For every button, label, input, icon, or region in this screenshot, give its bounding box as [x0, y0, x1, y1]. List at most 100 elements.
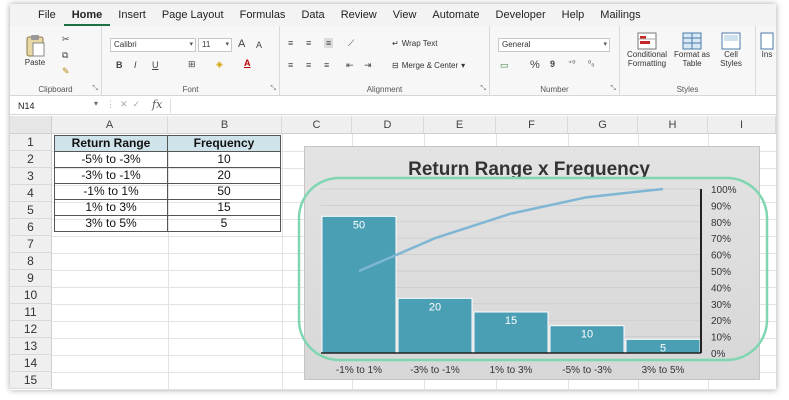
- select-all-corner[interactable]: [10, 116, 52, 134]
- font-launcher-icon[interactable]: ⤡: [270, 85, 276, 93]
- alignment-launcher-icon[interactable]: ⤡: [480, 85, 486, 93]
- paste-button[interactable]: Paste: [20, 34, 50, 67]
- align-middle-icon[interactable]: ≡: [306, 38, 311, 48]
- row-header[interactable]: 14: [10, 355, 52, 372]
- table-cell[interactable]: 50: [167, 183, 281, 200]
- grow-font-button[interactable]: A: [238, 38, 245, 50]
- row-header[interactable]: 7: [10, 236, 52, 253]
- column-header-g[interactable]: G: [568, 116, 638, 134]
- row-header[interactable]: 4: [10, 185, 52, 202]
- tab-file[interactable]: File: [30, 4, 64, 26]
- tab-view[interactable]: View: [385, 4, 425, 26]
- column-header-e[interactable]: E: [424, 116, 496, 134]
- column-header-b[interactable]: B: [168, 116, 282, 134]
- insert-function-icon[interactable]: fx: [152, 98, 162, 111]
- row-header[interactable]: 12: [10, 321, 52, 338]
- cell-styles-button[interactable]: Cell Styles: [714, 32, 748, 68]
- clipboard-launcher-icon[interactable]: ⤡: [92, 85, 98, 93]
- cell-styles-label: Cell: [724, 50, 738, 59]
- bold-button[interactable]: B: [116, 60, 123, 70]
- outdent-icon[interactable]: ⇥: [364, 60, 372, 71]
- chart-y2-tick-label: 0%: [711, 349, 726, 360]
- row-header[interactable]: 6: [10, 219, 52, 236]
- font-size-select[interactable]: 11 ▾: [198, 38, 232, 52]
- table-cell[interactable]: -1% to 1%: [54, 183, 168, 200]
- tab-developer[interactable]: Developer: [488, 4, 554, 26]
- tab-formulas[interactable]: Formulas: [232, 4, 294, 26]
- row-header[interactable]: 10: [10, 287, 52, 304]
- font-color-icon[interactable]: A: [244, 58, 251, 68]
- tab-data[interactable]: Data: [293, 4, 332, 26]
- percent-button[interactable]: %: [530, 59, 540, 71]
- indent-icon[interactable]: ⇤: [346, 60, 354, 71]
- table-cell[interactable]: 1% to 3%: [54, 199, 168, 216]
- name-box[interactable]: N14: [18, 99, 90, 113]
- table-cell[interactable]: 5: [167, 215, 281, 232]
- comma-button[interactable]: 9: [550, 59, 555, 69]
- underline-button[interactable]: U: [152, 60, 159, 70]
- table-header-frequency[interactable]: Frequency: [167, 135, 281, 152]
- row-header[interactable]: 5: [10, 202, 52, 219]
- format-painter-icon[interactable]: ✎: [62, 66, 70, 77]
- copy-icon[interactable]: ⧉: [62, 50, 68, 61]
- column-header-i[interactable]: I: [708, 116, 776, 134]
- formula-input[interactable]: [170, 99, 766, 113]
- table-header-return-range[interactable]: Return Range: [54, 135, 168, 152]
- table-cell[interactable]: -5% to -3%: [54, 151, 168, 168]
- font-name-select[interactable]: Calibri ▾: [110, 38, 196, 52]
- tab-automate[interactable]: Automate: [424, 4, 487, 26]
- tab-insert[interactable]: Insert: [110, 4, 154, 26]
- increase-decimal-icon[interactable]: ⁺⁰: [568, 59, 575, 68]
- row-header[interactable]: 2: [10, 151, 52, 168]
- table-cell[interactable]: 20: [167, 167, 281, 184]
- chart-bar[interactable]: [321, 215, 397, 354]
- chart-x-labels: -1% to 1% -3% to -1% 1% to 3% -5% to -3% 3% …: [336, 365, 685, 376]
- format-as-table-button[interactable]: Format as Table: [672, 32, 712, 68]
- align-left-icon[interactable]: ≡: [288, 60, 293, 70]
- tab-review[interactable]: Review: [333, 4, 385, 26]
- align-top-icon[interactable]: ≡: [288, 38, 293, 48]
- align-center-icon[interactable]: ≡: [306, 60, 311, 70]
- orientation-icon[interactable]: ⟋: [348, 38, 354, 49]
- row-header[interactable]: 9: [10, 270, 52, 287]
- borders-icon[interactable]: ⊞: [188, 59, 196, 70]
- wrap-text-button[interactable]: ↵ Wrap Text: [392, 39, 437, 48]
- table-cell[interactable]: -3% to -1%: [54, 167, 168, 184]
- row-header[interactable]: 15: [10, 372, 52, 389]
- pareto-chart[interactable]: Return Range x Frequency 50 20 15 10 5 0% 10%…: [304, 146, 760, 380]
- column-header-c[interactable]: C: [282, 116, 352, 134]
- number-launcher-icon[interactable]: ⤡: [610, 85, 616, 93]
- table-cell[interactable]: 10: [167, 151, 281, 168]
- fill-color-icon[interactable]: ◈: [216, 59, 223, 70]
- column-header-a[interactable]: A: [52, 116, 168, 134]
- tab-home[interactable]: Home: [63, 4, 111, 26]
- align-right-icon[interactable]: ≡: [324, 60, 329, 70]
- decrease-decimal-icon[interactable]: ⁰₀: [588, 59, 595, 68]
- tab-mailings[interactable]: Mailings: [592, 4, 648, 26]
- tab-page-layout[interactable]: Page Layout: [154, 4, 232, 26]
- merge-center-button[interactable]: ⊟ Merge & Center ▾: [392, 61, 465, 70]
- column-header-h[interactable]: H: [638, 116, 708, 134]
- insert-cells-button[interactable]: Ins: [758, 32, 776, 59]
- table-cell[interactable]: 3% to 5%: [54, 215, 168, 232]
- row-header[interactable]: 1: [10, 134, 52, 151]
- chevron-down-icon[interactable]: ▾: [94, 99, 98, 108]
- shrink-font-button[interactable]: A: [256, 40, 262, 50]
- row-header[interactable]: 13: [10, 338, 52, 355]
- number-format-select[interactable]: General ▾: [498, 38, 610, 52]
- format-as-table-label: Format as: [673, 50, 710, 59]
- accounting-icon[interactable]: ▭: [500, 60, 509, 71]
- column-header-f[interactable]: F: [496, 116, 568, 134]
- row-header[interactable]: 11: [10, 304, 52, 321]
- table-cell[interactable]: 15: [167, 199, 281, 216]
- row-header[interactable]: 3: [10, 168, 52, 185]
- align-bottom-icon[interactable]: ≡: [324, 38, 334, 48]
- cut-icon[interactable]: ✂: [62, 34, 70, 45]
- italic-button[interactable]: I: [134, 60, 137, 70]
- tab-help[interactable]: Help: [554, 4, 593, 26]
- chart-line-series[interactable]: [358, 187, 664, 273]
- column-header-d[interactable]: D: [352, 116, 424, 134]
- row-header[interactable]: 8: [10, 253, 52, 270]
- conditional-formatting-button[interactable]: Conditional Formatting: [624, 32, 670, 68]
- chart-x-tick-label: 1% to 3%: [490, 365, 533, 376]
